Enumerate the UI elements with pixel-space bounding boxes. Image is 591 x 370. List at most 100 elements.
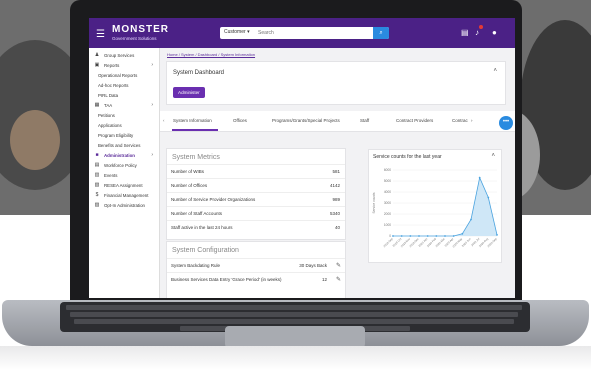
search-input[interactable] [258,28,346,38]
admin-icon: ■ [95,152,99,158]
tab-system-information[interactable]: System Information [173,118,212,123]
tab-offices[interactable]: Offices [233,118,247,123]
search-button[interactable]: ⌕ [373,27,389,39]
chevron-up-icon[interactable]: ˄ [491,153,495,159]
system-configuration-card: System Configuration System Backdating R… [166,241,346,298]
metric-value: 989 [332,197,340,202]
sidebar-item-label: RESEA Assignment [104,183,143,188]
config-label: System Backdating Rule [171,263,221,268]
sidebar-item-program-eligibility[interactable]: Program Eligibility [89,131,159,140]
sidebar-item-financial-management[interactable]: $ Financial Management [89,191,159,200]
chat-icon[interactable]: ▤ [461,28,469,37]
sidebar-item-group-services[interactable]: ♟ Group Services [89,51,159,60]
table-row: Number of Staff Accounts 5340 [167,206,345,220]
config-value: 12 [321,277,327,282]
active-tab-indicator [172,129,218,131]
chart-title: Service counts for the last year [373,154,442,160]
config-value: 30 Days Back [299,263,327,268]
series-area [393,177,497,236]
sidebar-item-applications[interactable]: Applications [89,121,159,130]
edit-icon[interactable]: ✎ [336,276,341,283]
sidebar-item-administration[interactable]: ■ Administration › [89,151,159,160]
sidebar-item-resea-assignment[interactable]: ▧ RESEA Assignment [89,181,159,190]
y-tick-label: 1000 [384,223,391,227]
metric-label: Staff active in the last 24 hours [171,225,233,230]
background-face-left [10,110,60,170]
table-row: Staff active in the last 24 hours 40 [167,220,345,234]
sidebar-item-petitions[interactable]: Petitions [89,111,159,120]
laptop-screen: ☰ MONSTER Government Solutions Customer … [89,18,515,298]
system-metrics-title: System Metrics [172,154,220,161]
system-configuration-title: System Configuration [172,247,239,254]
menu-icon[interactable]: ☰ [96,29,105,40]
resea-icon: ▧ [94,182,100,188]
chevron-right-icon: › [151,102,153,108]
sidebar-item-adhoc-reports[interactable]: Ad-hoc Reports [89,81,159,90]
data-point [452,235,455,237]
administer-button[interactable]: Administer [173,87,205,98]
taa-icon: ▦ [94,102,100,108]
logo: MONSTER [112,24,169,35]
data-point [444,235,446,237]
data-point [487,196,490,199]
table-row: Number of WIBs 581 [167,164,345,178]
sidebar: ♟ Group Services ▣ Reports › Operational Re… [89,48,160,298]
metric-label: Number of Staff Accounts [171,211,222,216]
tab-scroll-left-icon[interactable]: ‹ [163,118,165,123]
sidebar-item-label: Ad-hoc Reports [98,83,129,88]
sidebar-item-events[interactable]: ▥ Events [89,171,159,180]
sidebar-item-label: Petitions [98,113,115,118]
sidebar-item-label: TAA [104,103,113,108]
edit-icon[interactable]: ✎ [336,262,341,269]
data-point [461,232,464,235]
search-filter-label: Customer [224,29,246,35]
bell-icon[interactable]: ♪ [475,28,479,37]
data-point [496,234,498,236]
data-point [392,235,394,237]
tab-contracts[interactable]: Contrac [452,118,468,123]
table-row: Number of Offices 4142 [167,178,345,192]
table-row: Business Services Data Entry 'Grace Peri… [167,272,345,286]
chevron-right-icon: › [151,152,153,158]
table-row: Number of Service Provider Organizations… [167,192,345,206]
account-icon[interactable]: ● [492,28,497,37]
top-app-bar: ☰ MONSTER Government Solutions Customer … [89,18,515,48]
sidebar-item-reports[interactable]: ▣ Reports › [89,61,159,70]
sidebar-item-label: Applications [98,123,122,128]
sidebar-item-label: Operational Reports [98,73,138,78]
optin-icon: ▨ [94,202,100,208]
tab-programs-grants[interactable]: Programs/Grants/Special Projects [272,118,340,123]
metric-value: 5340 [329,211,340,216]
dollar-icon: $ [95,192,99,198]
sidebar-item-label: Workforce Policy [104,163,137,168]
data-point [470,218,472,221]
tab-scroll-right-icon[interactable]: › [471,118,473,123]
y-tick-label: 6000 [384,168,391,172]
keyboard-row [70,312,518,317]
search-filter-select[interactable]: Customer ▾ [224,29,250,35]
sidebar-item-operational-reports[interactable]: Operational Reports [89,71,159,80]
breadcrumb[interactable]: Home / System / Dashboard / System Infor… [167,52,255,57]
sidebar-item-benefits-services[interactable]: Benefits and Services [89,141,159,150]
sidebar-item-optin-administration[interactable]: ▨ Opt-In Administration [89,201,159,210]
sidebar-item-taa[interactable]: ▦ TAA › [89,101,159,110]
chevron-up-icon[interactable]: ˄ [493,68,497,74]
metric-label: Number of Service Provider Organizations [171,197,256,202]
config-label: Business Services Data Entry 'Grace Peri… [171,277,282,282]
y-tick-label: 2000 [384,212,391,216]
system-metrics-card: System Metrics Number of WIBs 581 Number … [166,148,346,240]
data-point [400,235,403,237]
y-tick-label: 4000 [384,190,391,194]
keyboard-row [74,319,514,324]
y-axis-label: Service counts [372,192,376,213]
sidebar-item-workforce-policy[interactable]: ▤ Workforce Policy [89,161,159,170]
x-tick-label: 2020 Jun [461,237,472,248]
chevron-down-icon: ▾ [247,29,250,35]
more-options-button[interactable]: ••• [499,116,513,130]
data-point [426,235,429,237]
tab-staff[interactable]: Staff [360,118,369,123]
sidebar-item-pirl-data[interactable]: PIRL Data [89,91,159,100]
tab-contract-providers[interactable]: Contract Providers [396,118,433,123]
keyboard-row [66,305,522,310]
metric-value: 40 [334,225,340,230]
